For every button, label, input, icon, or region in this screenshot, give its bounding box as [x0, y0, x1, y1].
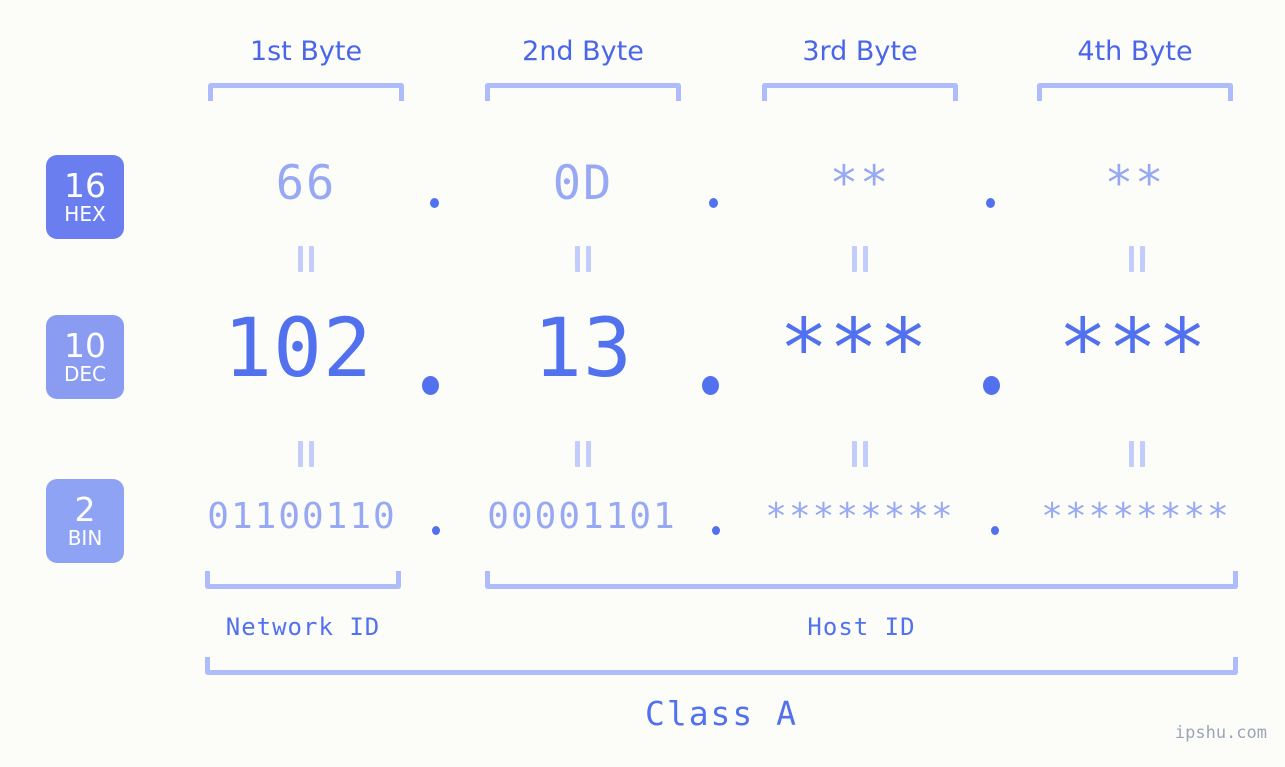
bin-byte-2-value: 00001101: [487, 496, 677, 537]
byte-bracket-4: [1037, 83, 1233, 101]
hex-byte-3-value: **: [829, 156, 891, 211]
class-bracket: [205, 657, 1238, 675]
equals-mark-hex-dec-1: [295, 246, 317, 272]
hex-separator-dot-3: [986, 198, 995, 208]
equals-mark-dec-bin-3: [849, 441, 871, 467]
network-id-label: Network ID: [225, 613, 381, 641]
base-badge-hex: 16 HEX: [46, 155, 124, 239]
equals-mark-dec-bin-2: [572, 441, 594, 467]
base-badge-dec-name: DEC: [63, 362, 106, 386]
dec-separator-dot-2: [702, 376, 719, 395]
dec-separator-dot-1: [422, 376, 439, 395]
hex-byte-2-value: 0D: [552, 156, 614, 211]
hex-separator-dot-1: [430, 198, 439, 208]
bin-byte-1-value: 01100110: [207, 496, 397, 537]
base-badge-bin: 2 BIN: [46, 479, 124, 563]
byte-bracket-3: [762, 83, 958, 101]
base-badge-dec: 10 DEC: [46, 315, 124, 399]
bin-separator-dot-1: [432, 526, 440, 535]
bin-byte-3-value: ********: [765, 496, 955, 537]
dec-byte-2-value: 13: [533, 302, 633, 396]
dec-byte-3-value: ***: [779, 302, 929, 396]
byte-header-2: 2nd Byte: [522, 36, 644, 67]
bin-separator-dot-3: [991, 526, 999, 535]
class-label: Class A: [644, 694, 799, 733]
byte-bracket-1: [208, 83, 404, 101]
host-id-label: Host ID: [807, 613, 916, 641]
bin-byte-4-value: ********: [1041, 496, 1231, 537]
site-watermark: ipshu.com: [1174, 723, 1267, 743]
ip-address-byte-breakdown-diagram: 1st Byte 2nd Byte 3rd Byte 4th Byte 16 H…: [0, 0, 1285, 767]
bin-separator-dot-2: [712, 526, 720, 535]
base-badge-hex-name: HEX: [64, 202, 106, 226]
host-id-bracket: [485, 571, 1238, 589]
base-badge-bin-number: 2: [74, 490, 96, 529]
base-badge-bin-name: BIN: [67, 526, 103, 550]
hex-separator-dot-2: [709, 198, 718, 208]
equals-mark-hex-dec-4: [1126, 246, 1148, 272]
equals-mark-dec-bin-4: [1126, 441, 1148, 467]
dec-separator-dot-3: [983, 376, 1000, 395]
byte-header-4: 4th Byte: [1077, 36, 1193, 67]
byte-header-3: 3rd Byte: [802, 36, 918, 67]
network-id-bracket: [205, 571, 401, 589]
byte-bracket-2: [485, 83, 681, 101]
dec-byte-4-value: ***: [1058, 302, 1208, 396]
equals-mark-hex-dec-2: [572, 246, 594, 272]
hex-byte-1-value: 66: [275, 156, 337, 211]
equals-mark-dec-bin-1: [295, 441, 317, 467]
dec-byte-1-value: 102: [223, 302, 373, 396]
byte-header-1: 1st Byte: [249, 36, 363, 67]
hex-byte-4-value: **: [1104, 156, 1166, 211]
equals-mark-hex-dec-3: [849, 246, 871, 272]
base-badge-hex-number: 16: [64, 166, 106, 205]
base-badge-dec-number: 10: [64, 326, 106, 365]
